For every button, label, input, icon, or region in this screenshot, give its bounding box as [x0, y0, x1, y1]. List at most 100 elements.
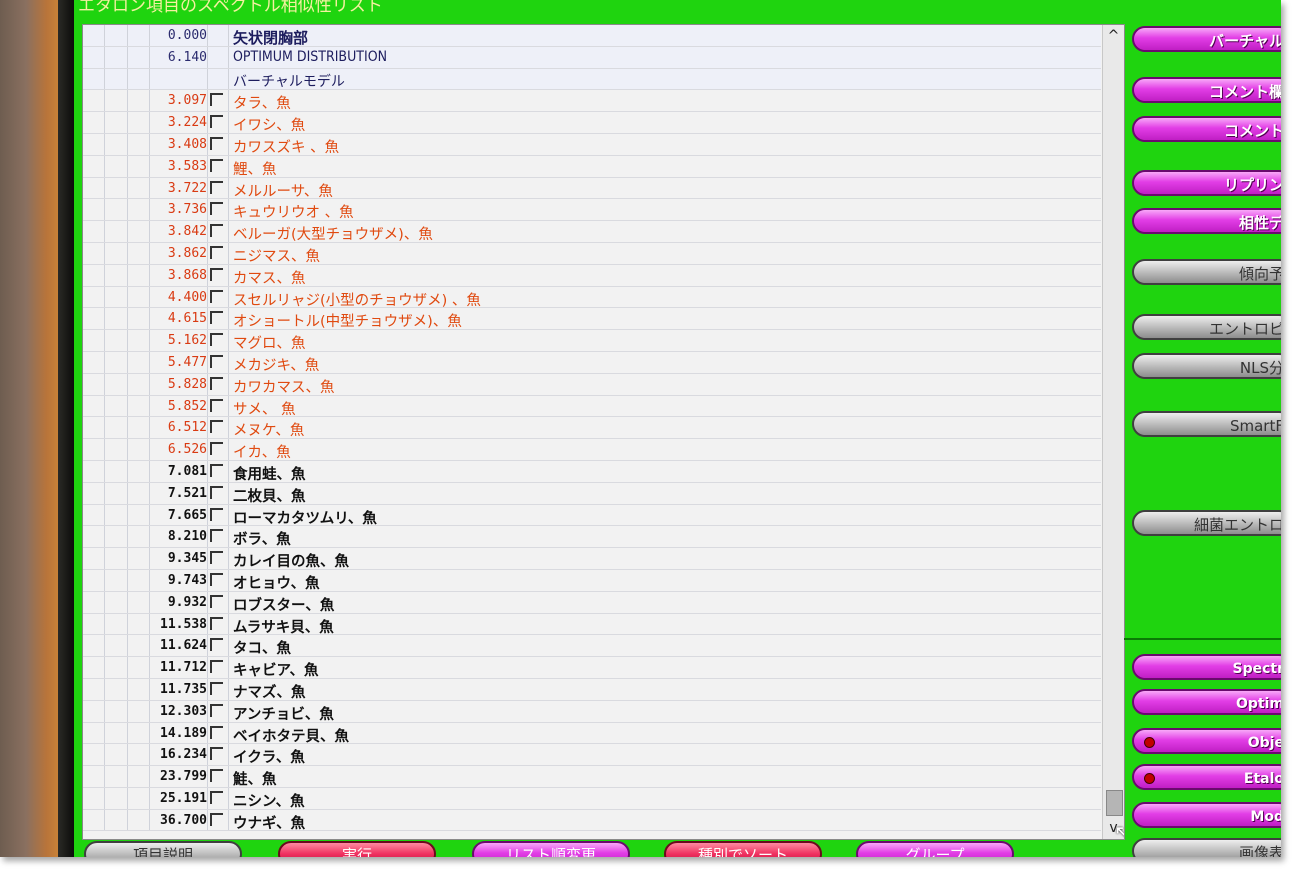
- item-checkbox[interactable]: [210, 681, 223, 695]
- list-item[interactable]: 3.842 ベルーガ(大型チョウザメ)、魚: [83, 221, 1101, 243]
- list-item[interactable]: 3.224 イワシ、魚: [83, 112, 1101, 134]
- item-checkbox[interactable]: [210, 224, 223, 238]
- item-checkbox[interactable]: [210, 594, 223, 608]
- grid-line: [149, 351, 150, 373]
- item-checkbox[interactable]: [210, 202, 223, 216]
- list-item[interactable]: 16.234 イクラ、魚: [83, 744, 1101, 766]
- item-checkbox[interactable]: [210, 638, 223, 652]
- grid-line: [104, 722, 105, 744]
- list-item[interactable]: 3.868 カマス、魚: [83, 264, 1101, 287]
- item-checkbox[interactable]: [210, 289, 223, 303]
- list-item[interactable]: 6.526 イカ、魚: [83, 439, 1101, 461]
- list-item[interactable]: 3.097 タラ、魚: [83, 90, 1101, 112]
- list-item[interactable]: 3.722 メルルーサ、魚: [83, 177, 1101, 200]
- replin-button[interactable]: リプリン: [1132, 170, 1281, 196]
- list-item[interactable]: 9.743 オヒョウ、魚: [83, 569, 1101, 592]
- list-item[interactable]: 9.932 ロブスター、魚: [83, 591, 1101, 614]
- item-checkbox[interactable]: [210, 311, 223, 325]
- list-item[interactable]: 5.828 カワカマス、魚: [83, 373, 1101, 396]
- item-checkbox[interactable]: [210, 725, 223, 739]
- tendency-button[interactable]: 傾向予: [1132, 259, 1281, 285]
- item-checkbox[interactable]: [210, 769, 223, 783]
- list-item[interactable]: 9.345 カレイ目の魚、魚: [83, 548, 1101, 570]
- etalon-button[interactable]: Etalo: [1132, 764, 1281, 790]
- list-item[interactable]: 36.700 ウナギ、魚: [83, 809, 1101, 832]
- smartf-button[interactable]: SmartF: [1132, 411, 1281, 437]
- similarity-score: 5.477: [167, 354, 207, 370]
- list-item[interactable]: 3.408 カワスズキ 、魚: [83, 133, 1101, 156]
- item-checkbox[interactable]: [210, 507, 223, 521]
- item-checkbox[interactable]: [210, 747, 223, 761]
- list-item[interactable]: 11.538 ムラサキ貝、魚: [83, 613, 1101, 636]
- list-item[interactable]: 7.665 ローマカタツムリ、魚: [83, 504, 1101, 527]
- item-checkbox[interactable]: [210, 333, 223, 347]
- nls-button[interactable]: NLS分: [1132, 353, 1281, 379]
- item-checkbox[interactable]: [210, 463, 223, 477]
- spectr-button[interactable]: Spectr: [1132, 654, 1281, 680]
- scroll-up-button[interactable]: ^: [1103, 25, 1124, 47]
- list-item[interactable]: 11.735 ナマズ、魚: [83, 678, 1101, 701]
- header-row[interactable]: バーチャルモデル: [83, 68, 1101, 91]
- item-checkbox[interactable]: [210, 115, 223, 129]
- item-description-button[interactable]: 項目説明: [84, 841, 242, 857]
- list-item[interactable]: 4.400 スセルリャジ(小型のチョウザメ) 、魚: [83, 286, 1101, 309]
- virtual-button[interactable]: バーチャル: [1132, 26, 1281, 52]
- item-checkbox[interactable]: [210, 245, 223, 259]
- scroll-thumb[interactable]: [1106, 790, 1123, 816]
- item-checkbox[interactable]: [210, 812, 223, 826]
- grid-line: [149, 657, 150, 678]
- item-checkbox[interactable]: [210, 267, 223, 281]
- item-checkbox[interactable]: [210, 398, 223, 412]
- list-item[interactable]: 7.521 二枚貝、魚: [83, 482, 1101, 505]
- item-checkbox[interactable]: [210, 420, 223, 434]
- item-checkbox[interactable]: [210, 790, 223, 804]
- sort-by-type-button[interactable]: 種別でソート: [664, 841, 822, 857]
- item-checkbox[interactable]: [210, 660, 223, 674]
- header-row[interactable]: 6.140 OPTIMUM DISTRIBUTION: [83, 46, 1101, 69]
- list-item[interactable]: 3.862 ニジマス、魚: [83, 242, 1101, 265]
- list-item[interactable]: 8.210 ボラ、魚: [83, 526, 1101, 548]
- image-button[interactable]: 画像表: [1132, 838, 1281, 857]
- comment-button[interactable]: コメント: [1132, 116, 1281, 142]
- item-checkbox[interactable]: [210, 572, 223, 586]
- list-item[interactable]: 7.081 食用蛙、魚: [83, 460, 1101, 483]
- item-checkbox[interactable]: [210, 616, 223, 630]
- item-checkbox[interactable]: [210, 442, 223, 456]
- item-checkbox[interactable]: [210, 180, 223, 194]
- list-item[interactable]: 5.852 サメ、 魚: [83, 395, 1101, 418]
- entropy-button[interactable]: エントロピ: [1132, 314, 1281, 340]
- model-button[interactable]: Mod: [1132, 802, 1281, 828]
- item-checkbox[interactable]: [210, 158, 223, 172]
- list-item[interactable]: 5.162 マグロ、魚: [83, 330, 1101, 352]
- list-item[interactable]: 11.712 キャビア、魚: [83, 657, 1101, 679]
- item-checkbox[interactable]: [210, 551, 223, 565]
- list-item[interactable]: 12.303 アンチョビ、魚: [83, 700, 1101, 723]
- list-item[interactable]: 4.615 オショートル(中型チョウザメ)、魚: [83, 308, 1101, 330]
- list-item[interactable]: 6.512 メヌケ、魚: [83, 417, 1101, 439]
- item-checkbox[interactable]: [210, 376, 223, 390]
- bacteria-entropy-button[interactable]: 細菌エントロ: [1132, 510, 1281, 536]
- item-checkbox[interactable]: [210, 703, 223, 717]
- header-row[interactable]: 0.000 矢状閉胸部: [83, 25, 1101, 47]
- list-item[interactable]: 3.736 キュウリウオ 、魚: [83, 199, 1101, 221]
- comment-column-button[interactable]: コメント欄: [1132, 77, 1281, 103]
- group-button[interactable]: グループ: [856, 841, 1014, 857]
- reorder-list-button[interactable]: リスト順変更: [472, 841, 630, 857]
- list-item[interactable]: 3.583 鯉、魚: [83, 155, 1101, 178]
- optim-button[interactable]: Optim: [1132, 689, 1281, 715]
- item-checkbox[interactable]: [210, 136, 223, 150]
- list-item[interactable]: 5.477 メカジキ、魚: [83, 351, 1101, 374]
- item-checkbox[interactable]: [210, 93, 223, 107]
- compatibility-button[interactable]: 相性デ: [1132, 208, 1281, 234]
- vertical-scrollbar[interactable]: ^ v: [1102, 25, 1124, 839]
- list-item[interactable]: 14.189 ベイホタテ貝、魚: [83, 722, 1101, 745]
- item-checkbox[interactable]: [210, 354, 223, 368]
- execute-button[interactable]: 実行: [278, 841, 436, 857]
- list-item[interactable]: 23.799 鮭、魚: [83, 766, 1101, 788]
- item-checkbox[interactable]: [210, 529, 223, 543]
- list-item[interactable]: 25.191 ニシン、魚: [83, 787, 1101, 810]
- item-checkbox[interactable]: [210, 485, 223, 499]
- similarity-list[interactable]: 0.000 矢状閉胸部 6.140 OPTIMUM DISTRIBUTION バーチャル…: [82, 24, 1125, 840]
- list-item[interactable]: 11.624 タコ、魚: [83, 635, 1101, 657]
- object-button[interactable]: Obje: [1132, 728, 1281, 754]
